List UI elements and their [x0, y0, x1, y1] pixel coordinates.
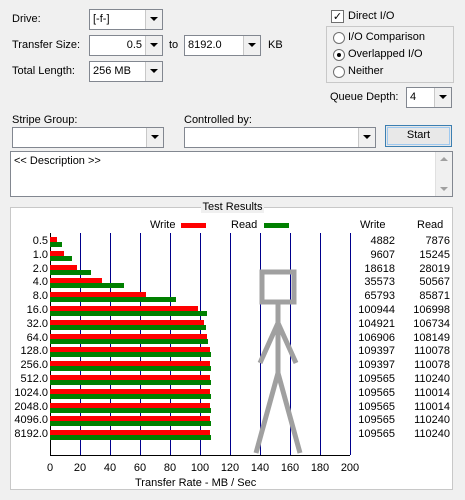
- write-value: 106906: [358, 331, 395, 344]
- grid-line: [320, 233, 321, 455]
- x-tick-label: 80: [163, 462, 177, 474]
- read-value: 106998: [413, 304, 450, 316]
- x-tick-label: 100: [190, 462, 210, 474]
- read-bar: [50, 269, 92, 275]
- read-bar: [50, 324, 207, 330]
- write-value: 65793: [364, 290, 395, 303]
- read-value: 7876: [425, 235, 450, 247]
- y-tick-label: 2048.0: [14, 400, 48, 413]
- read-value: 50567: [419, 276, 450, 289]
- x-tick-label: 200: [340, 462, 360, 474]
- read-value: 110078: [414, 345, 450, 358]
- x-tick-label: 60: [133, 462, 147, 474]
- y-tick-label: 4.0: [32, 276, 48, 289]
- read-bar: [50, 338, 209, 344]
- read-value: 106734: [413, 317, 450, 330]
- y-tick-label: 64.0: [26, 331, 48, 344]
- write-value: 109565: [358, 386, 395, 399]
- read-bar: [50, 393, 212, 399]
- read-bar: [50, 352, 212, 358]
- read-value: 110240: [414, 414, 450, 427]
- y-tick-label: 256.0: [20, 359, 48, 372]
- write-value: 9607: [370, 248, 395, 261]
- write-value: 4882: [370, 235, 395, 247]
- write-value: 109565: [358, 414, 395, 427]
- transfer-rate-chart: 0 20 40 60 80 100 120 140 160 180 200 0.5 4882 7876 1.…: [0, 0, 465, 500]
- read-bar: [50, 283, 125, 289]
- read-bar: [50, 366, 212, 372]
- write-value: 109565: [358, 428, 395, 441]
- x-tick-label: 120: [220, 462, 240, 474]
- x-axis-label: Transfer Rate - MB / Sec: [135, 477, 257, 489]
- x-tick-label: 20: [73, 462, 87, 474]
- read-value: 15245: [419, 248, 450, 261]
- read-value: 28019: [419, 262, 450, 275]
- read-value: 110078: [414, 359, 450, 372]
- read-value: 108149: [413, 331, 450, 344]
- read-bar: [50, 255, 73, 261]
- y-tick-label: 8.0: [32, 290, 48, 303]
- read-value: 110014: [414, 386, 450, 399]
- write-value: 18618: [364, 262, 395, 275]
- read-value: 110240: [414, 373, 450, 385]
- read-bar: [50, 311, 207, 316]
- write-value: 109397: [358, 359, 395, 372]
- x-tick-label: 0: [46, 462, 54, 474]
- read-bar: [50, 242, 62, 247]
- y-tick-label: 128.0: [20, 345, 48, 358]
- write-value: 104921: [358, 317, 395, 330]
- write-value: 109565: [358, 400, 395, 413]
- person-watermark-icon: [253, 269, 303, 454]
- x-tick-label: 40: [103, 462, 117, 474]
- read-bar: [50, 421, 212, 427]
- read-value: 110240: [414, 428, 450, 441]
- read-value: 110014: [414, 400, 450, 413]
- grid-line: [230, 233, 231, 455]
- read-bar: [50, 380, 212, 385]
- y-tick-label: 0.5: [32, 235, 48, 247]
- write-value: 35573: [364, 276, 395, 289]
- write-value: 109397: [358, 345, 395, 358]
- read-bar: [50, 407, 212, 413]
- x-tick-label: 180: [310, 462, 330, 474]
- write-value: 109565: [358, 373, 395, 385]
- y-tick-label: 1.0: [32, 248, 48, 261]
- read-value: 85871: [419, 290, 450, 303]
- y-tick-label: 8192.0: [14, 428, 48, 441]
- y-tick-label: 512.0: [20, 373, 48, 385]
- read-bar: [50, 435, 212, 441]
- y-tick-label: 1024.0: [14, 386, 48, 399]
- y-tick-label: 16.0: [26, 304, 48, 316]
- read-bar: [50, 297, 176, 303]
- y-tick-label: 32.0: [26, 317, 48, 330]
- y-tick-label: 4096.0: [14, 414, 48, 427]
- y-tick-label: 2.0: [32, 262, 48, 275]
- write-value: 100944: [358, 304, 395, 316]
